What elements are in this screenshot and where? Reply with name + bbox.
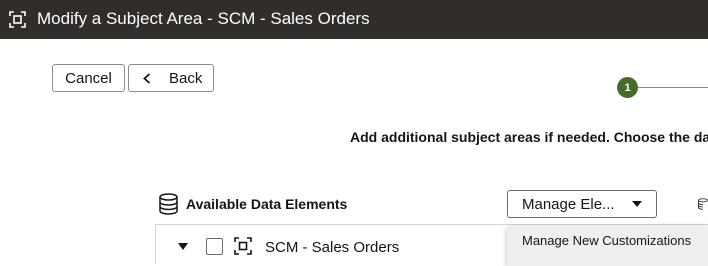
page-title: Modify a Subject Area - SCM - Sales Orde… bbox=[37, 9, 370, 28]
train-connector bbox=[638, 87, 708, 88]
chevron-left-icon bbox=[143, 73, 151, 84]
cancel-button-label: Cancel bbox=[65, 69, 112, 87]
back-button-label: Back bbox=[169, 70, 203, 87]
database-icon-right bbox=[698, 198, 708, 210]
instruction-text: Add additional subject areas if needed. … bbox=[350, 129, 708, 145]
tree-item-label[interactable]: SCM - Sales Orders bbox=[265, 239, 399, 256]
caret-down-icon bbox=[632, 201, 642, 207]
manage-elements-menu: Manage New Customizations bbox=[507, 226, 708, 266]
train-step-1[interactable]: 1 bbox=[617, 77, 638, 98]
subject-area-icon bbox=[9, 11, 26, 28]
back-button[interactable]: Back bbox=[128, 64, 214, 92]
menu-item-manage-new-customizations[interactable]: Manage New Customizations bbox=[522, 233, 691, 248]
tree-item-checkbox[interactable] bbox=[206, 238, 223, 255]
subject-area-icon bbox=[234, 237, 252, 255]
database-icon bbox=[159, 193, 178, 215]
cancel-button[interactable]: Cancel bbox=[52, 64, 125, 92]
available-data-elements-title: Available Data Elements bbox=[186, 196, 348, 212]
manage-elements-select[interactable]: Manage Ele... bbox=[507, 190, 657, 218]
manage-elements-value: Manage Ele... bbox=[522, 196, 615, 213]
expand-triangle-icon[interactable] bbox=[178, 243, 188, 250]
train-step-number: 1 bbox=[624, 81, 631, 94]
title-bar: Modify a Subject Area - SCM - Sales Orde… bbox=[0, 0, 708, 39]
